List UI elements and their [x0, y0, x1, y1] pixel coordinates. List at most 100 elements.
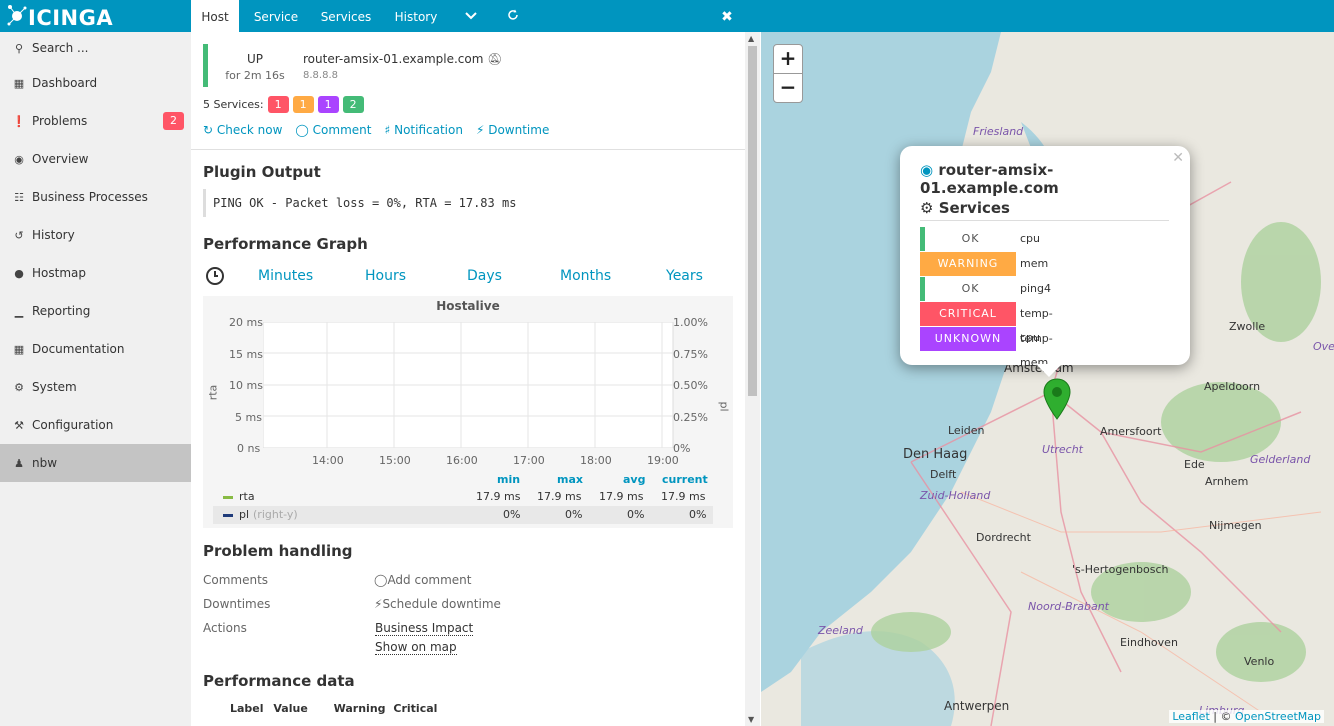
- host-map[interactable]: Friesland Zwolle Amsterdam Leiden Den Ha…: [761, 32, 1334, 726]
- nav-history[interactable]: ↺ History: [0, 216, 191, 254]
- add-comment-link[interactable]: ◯Add comment: [374, 573, 472, 587]
- refresh-button[interactable]: [501, 0, 525, 32]
- legend-note: (right-y): [253, 508, 298, 521]
- tab-history[interactable]: History: [389, 0, 443, 32]
- notification-link[interactable]: ♯ Notification: [384, 123, 463, 137]
- nav-label: Dashboard: [32, 76, 98, 90]
- nav-label: Hostmap: [32, 266, 86, 280]
- legend-min: 17.9 ms: [476, 490, 521, 503]
- legend-row-rta[interactable]: rta 17.9 ms 17.9 ms 17.9 ms 17.9 ms: [213, 488, 713, 506]
- nav-overview[interactable]: ◉ Overview: [0, 140, 191, 178]
- host-header: UP for 2m 16s router-amsix-01.example.co…: [191, 32, 746, 150]
- scrollbar-thumb[interactable]: [748, 46, 757, 396]
- y-tick: 20 ms: [229, 316, 263, 329]
- business-impact-link[interactable]: Business Impact: [375, 621, 474, 636]
- close-icon: ✖: [721, 9, 733, 25]
- check-now-link[interactable]: ↻ Check now: [203, 123, 282, 137]
- legend-swatch: [223, 496, 233, 499]
- nav-business-processes[interactable]: ☷ Business Processes: [0, 178, 191, 216]
- chart-icon: ▁: [14, 304, 24, 318]
- search-field[interactable]: ⚲ Search ...: [0, 32, 191, 64]
- service-count-warning[interactable]: 1: [292, 96, 314, 113]
- zoom-out-button[interactable]: −: [773, 73, 803, 103]
- legend-avg: 0%: [627, 508, 645, 521]
- legend-name: rta: [239, 490, 255, 503]
- service-count-unknown[interactable]: 1: [317, 96, 339, 113]
- service-name: ping4: [1020, 282, 1051, 295]
- y-right-tick: 0.25%: [673, 411, 708, 424]
- comment-link[interactable]: ◯ Comment: [295, 123, 371, 137]
- legend-col-min: min: [497, 473, 521, 486]
- nav-label: Reporting: [32, 304, 91, 318]
- user-icon: ♟: [14, 456, 24, 470]
- scroll-down-arrow[interactable]: ▼: [748, 715, 754, 724]
- map-marker-icon[interactable]: [1043, 378, 1071, 420]
- detail-scrollbar[interactable]: ▲ ▼: [745, 32, 760, 726]
- map-popup: ✕ ◉ router-amsix-01.example.com ⚙ Servic…: [900, 146, 1190, 377]
- performance-data-title: Performance data: [203, 672, 355, 690]
- y-tick: 10 ms: [229, 379, 263, 392]
- logo[interactable]: icinga: [0, 0, 191, 32]
- nav-system[interactable]: ⚙ System: [0, 368, 191, 406]
- schedule-downtime-link[interactable]: ⚡Schedule downtime: [374, 597, 501, 611]
- service-name: cpu: [1020, 232, 1041, 245]
- legend-col-current: current: [662, 473, 708, 486]
- map-label: Noord-Brabant: [1028, 600, 1109, 613]
- host-name[interactable]: router-amsix-01.example.com 🔕︎: [303, 52, 503, 66]
- nav-documentation[interactable]: ▦ Documentation: [0, 330, 191, 368]
- graph-plot-area: [263, 322, 674, 448]
- tab-host[interactable]: Host: [191, 0, 239, 32]
- show-on-map-link[interactable]: Show on map: [375, 640, 457, 655]
- refresh-icon: ↻: [203, 123, 214, 137]
- period-days[interactable]: Days: [467, 268, 502, 284]
- period-months[interactable]: Months: [560, 268, 611, 284]
- plug-icon: ⚡: [475, 123, 485, 137]
- plugin-output-title: Plugin Output: [203, 163, 321, 181]
- downtime-link[interactable]: ⚡ Downtime: [476, 123, 549, 137]
- overview-icon: ◉: [14, 152, 24, 166]
- map-label: Delft: [930, 468, 957, 481]
- map-label: Ove: [1313, 340, 1334, 353]
- bell-icon: ♯: [384, 123, 391, 137]
- nav-label: nbw: [32, 456, 58, 470]
- popup-host-title[interactable]: ◉ router-amsix-01.example.com: [920, 161, 1190, 197]
- schedule-downtime-label: Schedule downtime: [382, 597, 501, 611]
- nav-reporting[interactable]: ▁ Reporting: [0, 292, 191, 330]
- map-label: 's-Hertogenbosch: [1072, 563, 1169, 576]
- period-years[interactable]: Years: [666, 268, 703, 284]
- host-actions: ↻ Check now ◯ Comment ♯ Notification ⚡ D…: [203, 123, 549, 137]
- nav-label: Business Processes: [32, 190, 148, 204]
- y-right-tick: 0.75%: [673, 348, 708, 361]
- nav-dashboard[interactable]: ▦ Dashboard: [0, 64, 191, 102]
- x-tick: 14:00: [312, 454, 344, 467]
- map-label: Amersfoort: [1100, 425, 1162, 438]
- nav-problems[interactable]: ❗ Problems 2: [0, 102, 191, 140]
- globe-icon: ●: [14, 266, 24, 280]
- nav-user[interactable]: ♟ nbw: [0, 444, 191, 482]
- tab-service[interactable]: Service: [249, 0, 303, 32]
- performance-graph: Hostalive 20 ms 15 ms 10 ms 5 ms 0 ns rt…: [203, 296, 733, 528]
- period-minutes[interactable]: Minutes: [258, 268, 313, 284]
- legend-avg: 17.9 ms: [599, 490, 644, 503]
- clock-icon[interactable]: [205, 266, 225, 286]
- tab-services[interactable]: Services: [317, 0, 375, 32]
- service-state: UNKNOWN: [920, 327, 1016, 351]
- host-detail: UP for 2m 16s router-amsix-01.example.co…: [191, 32, 760, 726]
- tab-dropdown[interactable]: [459, 0, 483, 32]
- close-button[interactable]: ✖: [717, 0, 737, 32]
- main-nav: ⚲ Search ... ▦ Dashboard ❗ Problems 2 ◉ Over…: [0, 32, 191, 482]
- nav-label: Overview: [32, 152, 89, 166]
- leaflet-link[interactable]: Leaflet: [1172, 710, 1209, 723]
- map-attribution: Leaflet | © OpenStreetMap: [1169, 710, 1324, 723]
- nav-hostmap[interactable]: ● Hostmap: [0, 254, 191, 292]
- perfdata-col-critical: Critical: [393, 702, 438, 715]
- service-count-ok[interactable]: 2: [342, 96, 364, 113]
- osm-link[interactable]: OpenStreetMap: [1235, 710, 1321, 723]
- scroll-up-arrow[interactable]: ▲: [748, 34, 754, 43]
- popup-tip: [1036, 364, 1062, 377]
- zoom-in-button[interactable]: +: [773, 44, 803, 74]
- nav-configuration[interactable]: ⚒ Configuration: [0, 406, 191, 444]
- period-hours[interactable]: Hours: [365, 268, 406, 284]
- service-count-critical[interactable]: 1: [267, 96, 289, 113]
- legend-row-pl[interactable]: pl (right-y) 0% 0% 0% 0%: [213, 506, 713, 524]
